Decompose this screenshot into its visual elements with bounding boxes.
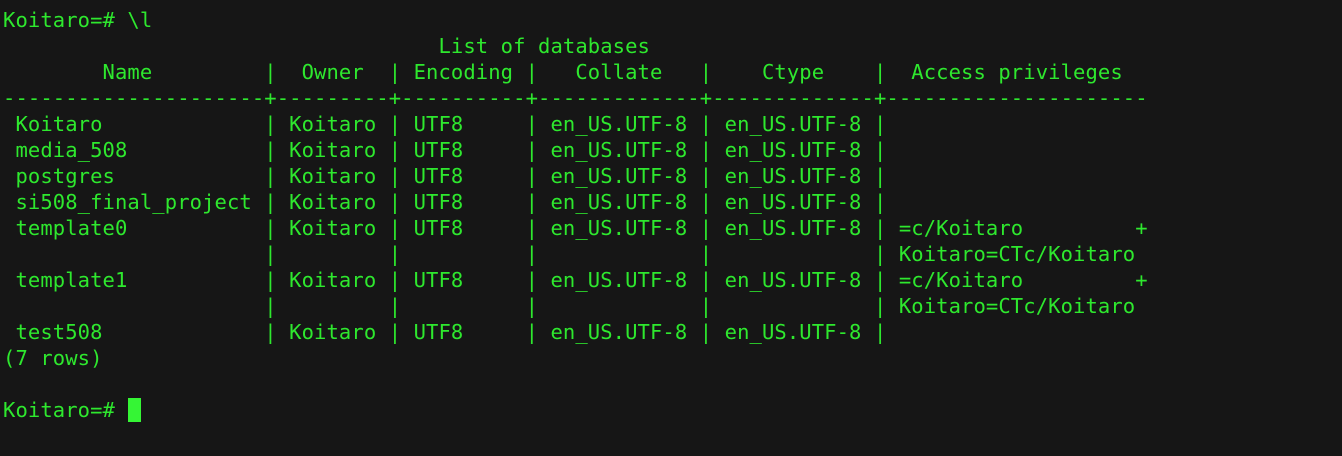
table-row: test508 | Koitaro | UTF8 | en_US.UTF-8 |…: [3, 320, 887, 344]
prompt: Koitaro=#: [3, 8, 128, 32]
input-line[interactable]: Koitaro=#: [3, 397, 1342, 423]
command-line: Koitaro=# \l: [3, 7, 1342, 33]
command-text: \l: [127, 8, 153, 32]
table-row-continuation: | | | | | Koitaro=CTc/Koitaro: [3, 242, 1136, 266]
terminal-window[interactable]: Koitaro=# \l List of databases Name | Ow…: [0, 0, 1342, 456]
table-row: postgres | Koitaro | UTF8 | en_US.UTF-8 …: [3, 164, 887, 188]
table-row: media_508 | Koitaro | UTF8 | en_US.UTF-8…: [3, 138, 887, 162]
table-row-continuation: | | | | | Koitaro=CTc/Koitaro: [3, 294, 1136, 318]
prompt: Koitaro=#: [3, 398, 128, 422]
table-row: si508_final_project | Koitaro | UTF8 | e…: [3, 190, 887, 214]
row-count: (7 rows): [3, 346, 103, 370]
table-row: template1 | Koitaro | UTF8 | en_US.UTF-8…: [3, 268, 1148, 292]
table-row: template0 | Koitaro | UTF8 | en_US.UTF-8…: [3, 216, 1148, 240]
table-title: List of databases: [3, 34, 650, 58]
table-separator: ---------------------+---------+--------…: [3, 86, 1148, 110]
table-header: Name | Owner | Encoding | Collate | Ctyp…: [3, 60, 1123, 84]
table-row: Koitaro | Koitaro | UTF8 | en_US.UTF-8 |…: [3, 112, 887, 136]
cursor-block: [128, 398, 142, 422]
